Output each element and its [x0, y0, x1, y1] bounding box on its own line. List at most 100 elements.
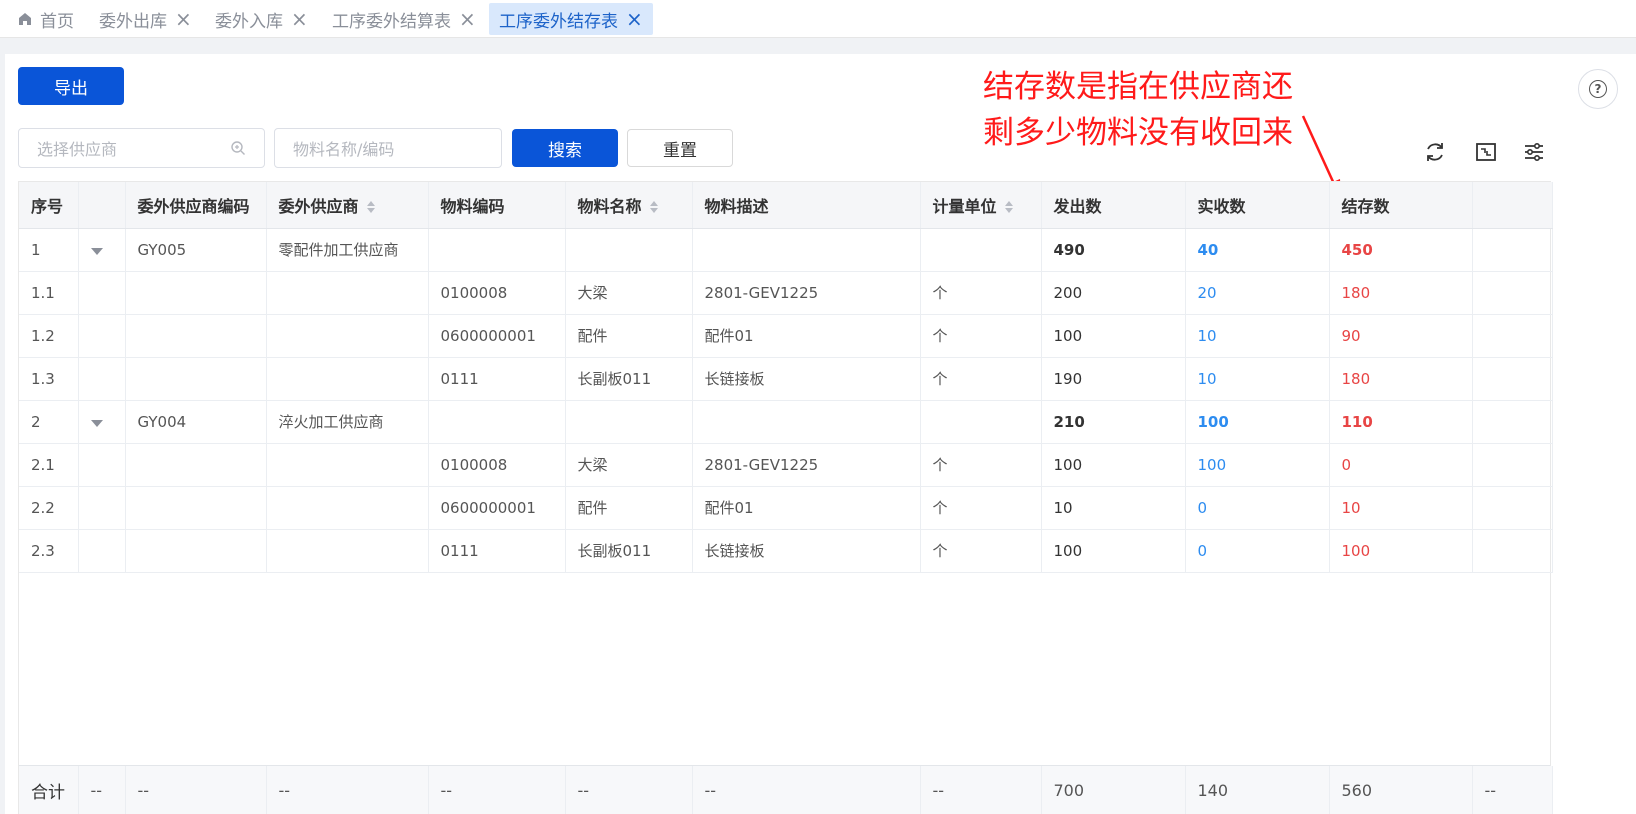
cell-balance: 110	[1329, 400, 1473, 444]
cell-mat-code	[428, 228, 566, 272]
close-icon[interactable]: ×	[626, 9, 643, 29]
total-cell: --	[692, 766, 921, 814]
table-row[interactable]: 2.1 0100008 大梁 2801-GEV1225 个 100 100 0	[19, 443, 1553, 487]
col-unit-label: 计量单位	[932, 196, 997, 216]
help-button[interactable]: ?	[1578, 69, 1618, 109]
cell-mat-name	[565, 400, 693, 444]
cell-received: 100	[1185, 443, 1330, 487]
search-button[interactable]: 搜索	[512, 129, 618, 167]
cell-seq: 2.2	[19, 486, 79, 530]
annotation-note: 结存数是指在供应商还 剩多少物料没有收回来	[983, 64, 1293, 156]
tab-home[interactable]: 首页	[8, 3, 84, 35]
cell-empty	[1472, 529, 1553, 573]
cell-sent: 200	[1041, 271, 1186, 315]
cell-balance: 0	[1329, 443, 1473, 487]
cell-sent: 100	[1041, 529, 1186, 573]
col-sent: 发出数	[1041, 182, 1186, 229]
supplier-select[interactable]: 选择供应商	[18, 128, 265, 168]
main-panel: 导出 结存数是指在供应商还 剩多少物料没有收回来 ? 选择供应商 物料名称/编码…	[5, 54, 1636, 814]
cell-mat-name: 长副板011	[565, 529, 693, 573]
tab-settlement[interactable]: 工序委外结算表 ×	[322, 3, 486, 35]
cell-supplier	[266, 486, 429, 530]
col-supplier[interactable]: 委外供应商	[266, 182, 429, 229]
table-row[interactable]: 2.3 0111 长副板011 长链接板个 100 0 100	[19, 529, 1553, 573]
cell-mat-name: 大梁	[565, 271, 693, 315]
fullscreen-icon[interactable]	[1474, 140, 1498, 164]
table-row[interactable]: 1.2 0600000001 配件 配件01 个 100 10 90	[19, 314, 1553, 358]
search-icon	[231, 141, 245, 155]
cell-supplier	[266, 314, 429, 358]
total-cell: --	[125, 766, 267, 814]
cell-empty	[1472, 271, 1553, 315]
cell-unit: 个	[920, 486, 1042, 530]
cell-supplier	[266, 357, 429, 401]
cell-sup-code	[125, 443, 267, 487]
export-button[interactable]: 导出	[18, 67, 124, 105]
cell-desc: 2801-GEV1225	[692, 271, 921, 315]
sort-icon[interactable]	[649, 200, 659, 214]
table-row[interactable]: 2.2 0600000001 配件 配件01 个 10 0 10	[19, 486, 1553, 530]
cell-mat-name: 大梁	[565, 443, 693, 487]
cell-received: 10	[1185, 314, 1330, 358]
column-settings-icon[interactable]	[1522, 140, 1546, 164]
tab-balance[interactable]: 工序委外结存表 ×	[489, 3, 653, 35]
table-row[interactable]: 1.1 0100008 大梁 2801-GEV1225 个 200 20 180	[19, 271, 1553, 315]
cell-sent: 490	[1041, 228, 1186, 272]
home-icon	[18, 12, 32, 26]
sort-icon[interactable]	[1004, 200, 1014, 214]
cell-sup-code	[125, 529, 267, 573]
expand-cell	[78, 529, 126, 573]
cell-mat-code: 0600000001	[428, 486, 566, 530]
cell-mat-name: 长副板011	[565, 357, 693, 401]
cell-mat-name: 配件	[565, 486, 693, 530]
supplier-placeholder: 选择供应商	[37, 140, 118, 159]
tab-outbound[interactable]: 委外出库 ×	[89, 3, 202, 35]
cell-mat-code	[428, 400, 566, 444]
close-icon[interactable]: ×	[291, 9, 308, 29]
cell-received: 0	[1185, 529, 1330, 573]
close-icon[interactable]: ×	[175, 9, 192, 29]
cell-empty	[1472, 443, 1553, 487]
material-search-input[interactable]: 物料名称/编码	[274, 128, 502, 168]
expand-cell	[78, 443, 126, 487]
table-row[interactable]: 2 GY004 淬火加工供应商 210 100 110	[19, 400, 1553, 444]
table-row[interactable]: 1.3 0111 长副板011 长链接板个 190 10 180	[19, 357, 1553, 401]
cell-unit: 个	[920, 357, 1042, 401]
cell-unit	[920, 400, 1042, 444]
col-unit[interactable]: 计量单位	[920, 182, 1042, 229]
col-supplier-code: 委外供应商编码	[125, 182, 267, 229]
tab-label: 首页	[40, 11, 74, 32]
chevron-down-icon[interactable]	[90, 419, 103, 427]
refresh-icon[interactable]	[1423, 140, 1447, 164]
total-cell: --	[428, 766, 566, 814]
cell-sup-code	[125, 314, 267, 358]
cell-mat-name: 配件	[565, 314, 693, 358]
total-cell: --	[1472, 766, 1553, 814]
cell-received: 20	[1185, 271, 1330, 315]
cell-supplier	[266, 529, 429, 573]
cell-received: 0	[1185, 486, 1330, 530]
col-balance: 结存数	[1329, 182, 1473, 229]
table-row[interactable]: 1 GY005 零配件加工供应商 490 40 450	[19, 228, 1553, 272]
close-icon[interactable]: ×	[459, 9, 476, 29]
reset-button[interactable]: 重置	[627, 129, 733, 167]
tab-inbound[interactable]: 委外入库 ×	[205, 3, 318, 35]
cell-sup-code	[125, 357, 267, 401]
table-header: 序号 委外供应商编码 委外供应商 物料编码 物料名称 物料描述 计量单位 发出数…	[19, 182, 1553, 229]
cell-empty	[1472, 400, 1553, 444]
expand-cell	[78, 314, 126, 358]
cell-seq: 1.1	[19, 271, 79, 315]
col-material-name[interactable]: 物料名称	[565, 182, 693, 229]
cell-supplier	[266, 443, 429, 487]
sort-icon[interactable]	[366, 200, 376, 214]
cell-mat-code: 0600000001	[428, 314, 566, 358]
cell-supplier: 淬火加工供应商	[266, 400, 429, 444]
cell-seq: 1	[19, 228, 79, 272]
total-cell: --	[565, 766, 693, 814]
chevron-down-icon[interactable]	[90, 247, 103, 255]
cell-mat-code: 0100008	[428, 271, 566, 315]
cell-desc	[692, 400, 921, 444]
annotation-line-2: 剩多少物料没有收回来	[983, 115, 1293, 151]
expand-cell	[78, 271, 126, 315]
col-description: 物料描述	[692, 182, 921, 229]
